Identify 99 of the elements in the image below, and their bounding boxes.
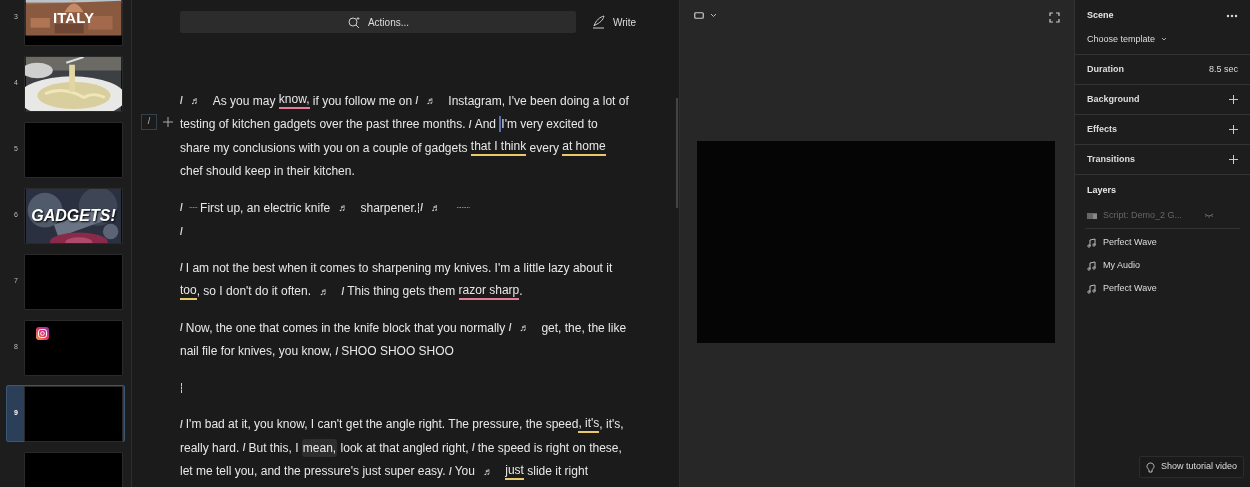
slide-title: GADGETS! — [31, 207, 116, 224]
music-note[interactable]: ♬ — [319, 283, 330, 299]
script-text[interactable]: the speed is right on these, — [477, 438, 622, 457]
script-text[interactable]: First up, an electric knife — [200, 198, 334, 217]
underlined-word[interactable]: just — [505, 462, 524, 480]
script-text[interactable]: sharpener. — [360, 198, 418, 217]
pause-marker[interactable]: / — [180, 320, 183, 336]
music-note[interactable]: ♬ — [483, 463, 494, 479]
section-title: Layers — [1086, 184, 1118, 197]
slide-title: ITALY — [53, 10, 94, 25]
script-text[interactable]: , so I don't do it often. — [196, 282, 315, 301]
layer-item[interactable]: Perfect Wave — [1085, 231, 1240, 255]
layer-item[interactable]: Perfect Wave — [1085, 277, 1240, 301]
section-title: Transitions — [1087, 152, 1135, 166]
fullscreen-icon[interactable] — [1049, 12, 1060, 23]
pause-marker[interactable]: / — [420, 200, 423, 216]
pause-dots[interactable]: ····· — [188, 201, 198, 214]
pause-marker[interactable]: / — [180, 223, 183, 239]
music-note[interactable]: ♬ — [338, 200, 349, 216]
template-dropdown[interactable]: Choose template — [1087, 32, 1168, 46]
tutorial-button[interactable]: Show tutorial video — [1138, 456, 1244, 478]
script-text[interactable]: SHOO SHOO SHOO — [341, 342, 454, 361]
underlined-word[interactable]: too — [180, 282, 197, 300]
layer-name: Script: Demo_2 G... — [1103, 208, 1183, 222]
magic-search-icon — [346, 15, 360, 29]
pause-marker[interactable]: / — [508, 320, 512, 336]
music-note-icon — [1087, 284, 1097, 294]
actions-bar[interactable]: Actions... — [180, 11, 576, 33]
script-text[interactable]: Instagram, I've been doing a lot of — [448, 91, 629, 110]
layer-name: Perfect Wave — [1103, 236, 1157, 250]
underlined-word[interactable]: that I think — [470, 139, 527, 157]
pause-marker[interactable]: / — [471, 440, 475, 456]
script-text[interactable]: look at that angled right, — [337, 438, 472, 457]
section-title: Scene — [1087, 9, 1114, 22]
script-text[interactable]: This thing gets them — [347, 282, 459, 301]
pause-marker[interactable]: / — [180, 200, 183, 216]
scene-break-marker[interactable] — [181, 382, 182, 393]
pause-marker[interactable]: / — [180, 416, 183, 432]
script-text[interactable]: , it's, — [599, 415, 624, 434]
script-text[interactable]: Now, the one that comes in the knife block that you normally — [185, 318, 509, 337]
script-text[interactable]: testing of kitchen gadgets over the past three months. — [180, 115, 469, 134]
underlined-word[interactable]: know, — [278, 92, 310, 110]
more-icon[interactable] — [1226, 13, 1238, 18]
script-text[interactable]: get, the, the like — [541, 318, 627, 337]
pause-marker[interactable]: / — [415, 93, 419, 109]
music-note[interactable]: ♬ — [190, 93, 201, 109]
layer-name: Perfect Wave — [1103, 282, 1157, 296]
quill-icon — [592, 15, 605, 29]
scene-break-marker[interactable] — [418, 202, 420, 213]
section-title: Background — [1087, 92, 1140, 106]
pause-marker[interactable]: / — [180, 260, 183, 276]
pause-marker[interactable]: / — [448, 463, 452, 479]
script-text[interactable]: share my conclusions with you on a couple of gadgets — [180, 138, 471, 157]
add-icon[interactable] — [1229, 155, 1238, 164]
script-text[interactable]: let me tell you, and the pressure's just super easy. — [180, 462, 449, 481]
pause-dots[interactable]: ········ — [456, 201, 470, 214]
pause-marker[interactable]: / — [242, 440, 246, 456]
eye-closed-icon[interactable] — [1204, 212, 1214, 219]
add-icon[interactable] — [163, 117, 173, 127]
pause-marker[interactable]: / — [335, 343, 339, 359]
script-text[interactable]: if you follow me on — [309, 91, 416, 110]
script-text[interactable]: . — [519, 282, 523, 301]
music-note[interactable]: ♬ — [426, 93, 437, 109]
pause-button[interactable]: / — [141, 114, 157, 130]
script-text[interactable]: nail file for knives, you know, — [180, 342, 336, 361]
music-note[interactable]: ♬ — [519, 320, 530, 336]
underlined-word[interactable]: at home — [562, 139, 606, 157]
duration-value: 8.5 sec — [1208, 62, 1238, 76]
script-text[interactable]: chef should keep in their kitchen. — [180, 162, 355, 181]
music-note[interactable]: ♬ — [431, 200, 441, 216]
layer-item[interactable]: My Audio — [1085, 254, 1240, 278]
layer-name: My Audio — [1103, 259, 1141, 273]
section-title: Effects — [1087, 122, 1117, 136]
script-text[interactable]: As you may — [212, 91, 279, 110]
music-note-icon — [1087, 238, 1097, 248]
script-layer-icon — [1087, 210, 1097, 221]
write-button[interactable]: Write — [588, 14, 641, 30]
highlighted-word[interactable]: mean, — [301, 438, 338, 457]
chevron-down-icon — [1161, 37, 1168, 42]
pause-marker[interactable]: / — [180, 93, 183, 109]
text-cursor — [499, 116, 502, 133]
script-text[interactable]: But this, I — [248, 438, 302, 457]
script-text[interactable]: I am not the best when it comes to sharpening my knives. I'm a little lazy about it — [185, 258, 613, 277]
aspect-ratio-icon[interactable] — [694, 12, 704, 19]
music-note-icon — [1087, 261, 1097, 271]
script-text[interactable]: every — [526, 138, 563, 157]
pause-marker[interactable]: / — [468, 116, 472, 132]
chevron-down-icon[interactable] — [710, 13, 717, 18]
section-title: Duration — [1087, 62, 1124, 76]
lightbulb-icon — [1145, 461, 1155, 473]
add-icon[interactable] — [1229, 125, 1238, 134]
script-text[interactable]: You — [454, 462, 479, 481]
instagram-icon — [36, 326, 49, 340]
pause-marker[interactable]: / — [341, 283, 345, 299]
script-text[interactable]: really hard. — [180, 438, 243, 457]
script-text[interactable]: slide it right — [523, 462, 588, 481]
script-text[interactable]: And — [474, 115, 500, 134]
script-text[interactable]: I'm very excited to — [501, 115, 598, 134]
add-icon[interactable] — [1229, 95, 1238, 104]
